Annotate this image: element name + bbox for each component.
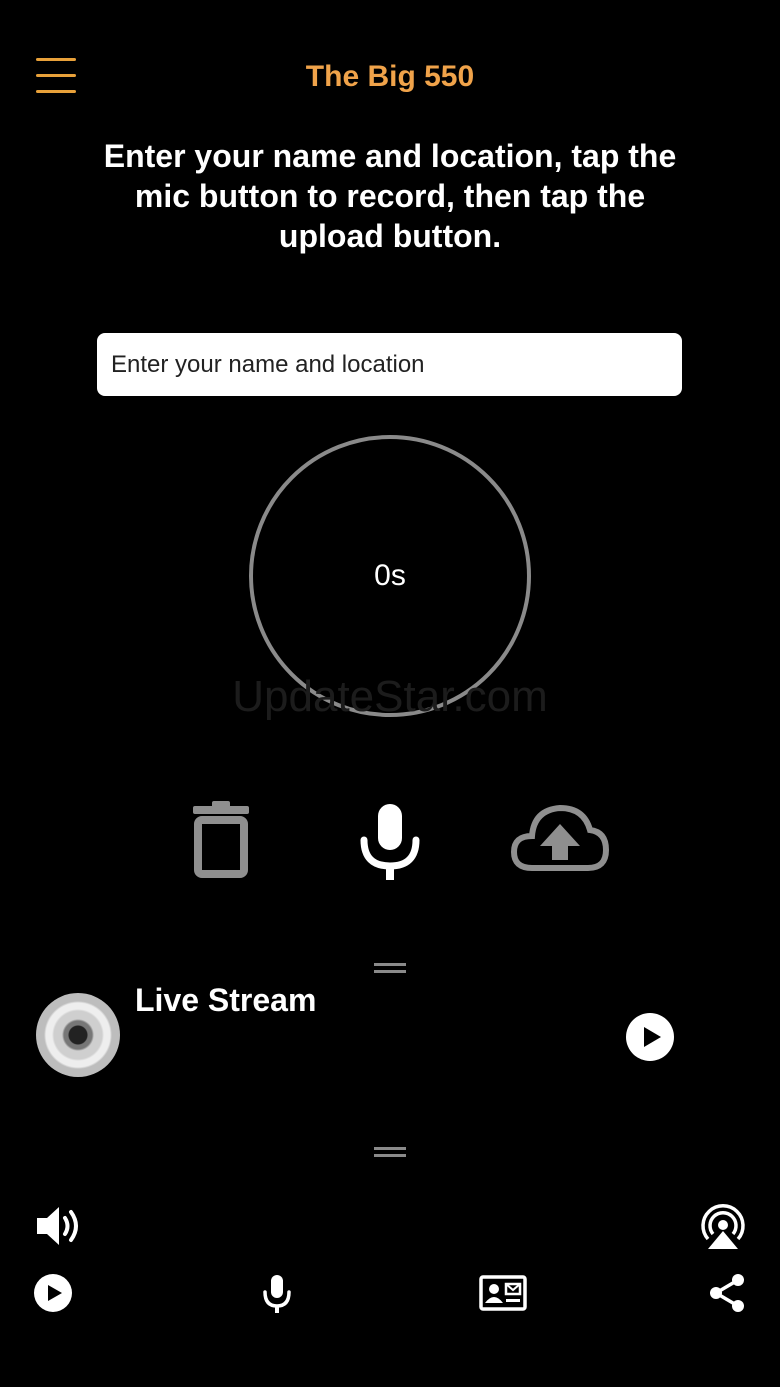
name-location-input[interactable] (97, 333, 682, 396)
contact-button[interactable] (479, 1275, 527, 1311)
watermark: UpdateStar.com (232, 672, 548, 721)
panel-drag-handle-bottom[interactable] (374, 1147, 406, 1159)
microphone-icon (263, 1275, 291, 1313)
cd-disc-icon (36, 993, 120, 1077)
stream-title: Live Stream (135, 982, 317, 1018)
play-icon (644, 1027, 661, 1047)
microphone-icon (360, 804, 420, 880)
stream-play-button[interactable] (626, 1013, 674, 1061)
airplay-button[interactable] (698, 1201, 748, 1251)
bottom-mic-button[interactable] (262, 1274, 292, 1314)
contact-card-icon (479, 1275, 527, 1311)
instructions-text: Enter your name and location, tap the mi… (103, 138, 677, 254)
share-button[interactable] (708, 1273, 746, 1313)
cloud-upload-icon (510, 804, 610, 871)
airplay-icon (701, 1204, 745, 1249)
upload-button[interactable] (510, 802, 610, 874)
page-title: The Big 550 (305, 60, 475, 93)
delete-button[interactable] (190, 800, 252, 880)
panel-drag-handle[interactable] (374, 963, 406, 975)
bottom-play-button[interactable] (34, 1274, 72, 1312)
play-icon (47, 1285, 62, 1301)
volume-icon (37, 1207, 78, 1245)
trash-icon (193, 801, 249, 878)
share-icon (710, 1274, 744, 1312)
volume-button[interactable] (35, 1203, 83, 1249)
record-button[interactable] (358, 802, 422, 882)
